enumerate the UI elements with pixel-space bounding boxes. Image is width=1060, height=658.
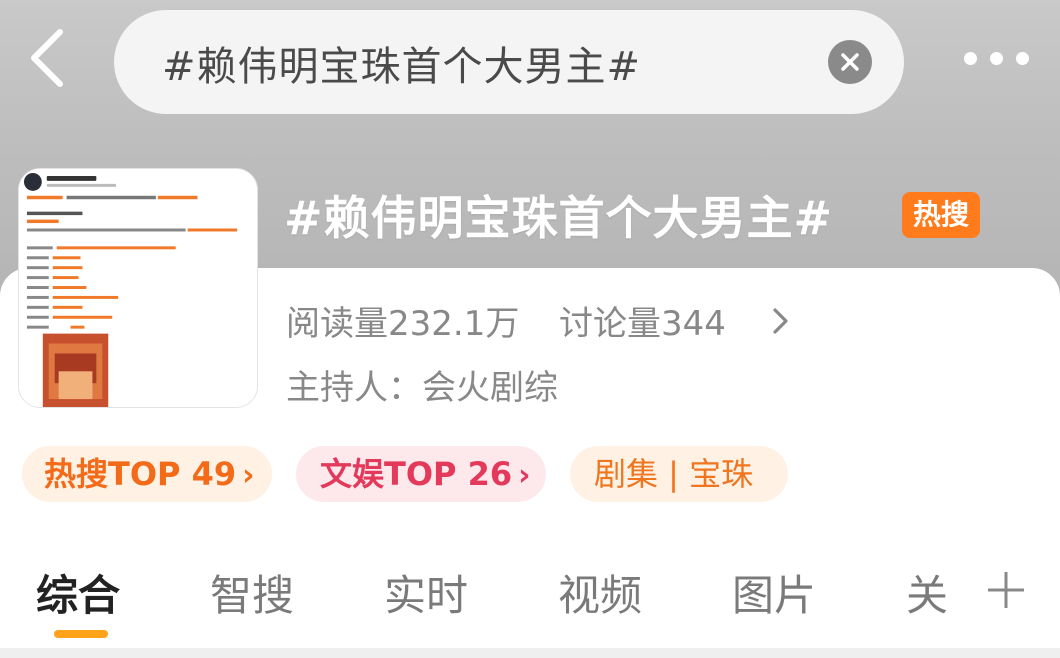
- hot-search-rank-label: 热搜TOP 49: [44, 455, 237, 493]
- discussion-count: 讨论量344: [558, 304, 726, 344]
- hot-search-rank-pill[interactable]: 热搜TOP 49 ›: [22, 446, 272, 502]
- tab-follow[interactable]: 关: [906, 562, 948, 623]
- tab-realtime[interactable]: 实时: [384, 562, 468, 623]
- entertainment-rank-label: 文娱TOP 26: [320, 455, 513, 493]
- post-preview-image: [19, 169, 257, 407]
- chevron-right-icon: ›: [242, 458, 255, 493]
- tab-comprehensive[interactable]: 综合: [36, 562, 120, 623]
- clear-search-button[interactable]: [828, 40, 872, 84]
- drama-category-pill[interactable]: 剧集 | 宝珠: [570, 446, 788, 502]
- chevron-right-icon: ›: [518, 458, 531, 493]
- more-dot: [1016, 52, 1029, 65]
- search-query-text: #赖伟明宝珠首个大男主#: [162, 44, 642, 90]
- result-tabs: 综合 智搜 实时 视频 图片 关: [0, 556, 1060, 648]
- add-tab-button[interactable]: [984, 568, 1028, 612]
- topic-title: #赖伟明宝珠首个大男主#: [284, 191, 834, 245]
- tab-video[interactable]: 视频: [558, 562, 642, 623]
- entertainment-rank-pill[interactable]: 文娱TOP 26 ›: [296, 446, 546, 502]
- more-options-button[interactable]: [962, 50, 1032, 70]
- chevron-right-icon: [773, 308, 788, 334]
- tab-images[interactable]: 图片: [732, 562, 816, 623]
- tab-smart-search[interactable]: 智搜: [210, 562, 294, 623]
- top-bar: #赖伟明宝珠首个大男主#: [0, 0, 1060, 120]
- more-dot: [990, 52, 1003, 65]
- plus-icon: [988, 572, 1024, 608]
- active-tab-indicator: [54, 630, 108, 638]
- search-input[interactable]: #赖伟明宝珠首个大男主#: [114, 10, 904, 114]
- topic-host: 主持人：会火剧综: [286, 368, 558, 408]
- more-horizontal-icon: [964, 52, 977, 65]
- drama-category-label: 剧集 | 宝珠: [594, 455, 754, 493]
- topic-thumbnail[interactable]: [18, 168, 258, 408]
- hot-badge: 热搜: [902, 192, 980, 238]
- back-button[interactable]: [22, 28, 78, 88]
- chevron-left-icon: [31, 29, 63, 87]
- close-icon: [841, 53, 859, 71]
- topic-stats[interactable]: 阅读量232.1万 讨论量344: [286, 296, 806, 346]
- bottom-divider: [0, 648, 1060, 658]
- read-count: 阅读量232.1万: [286, 304, 520, 344]
